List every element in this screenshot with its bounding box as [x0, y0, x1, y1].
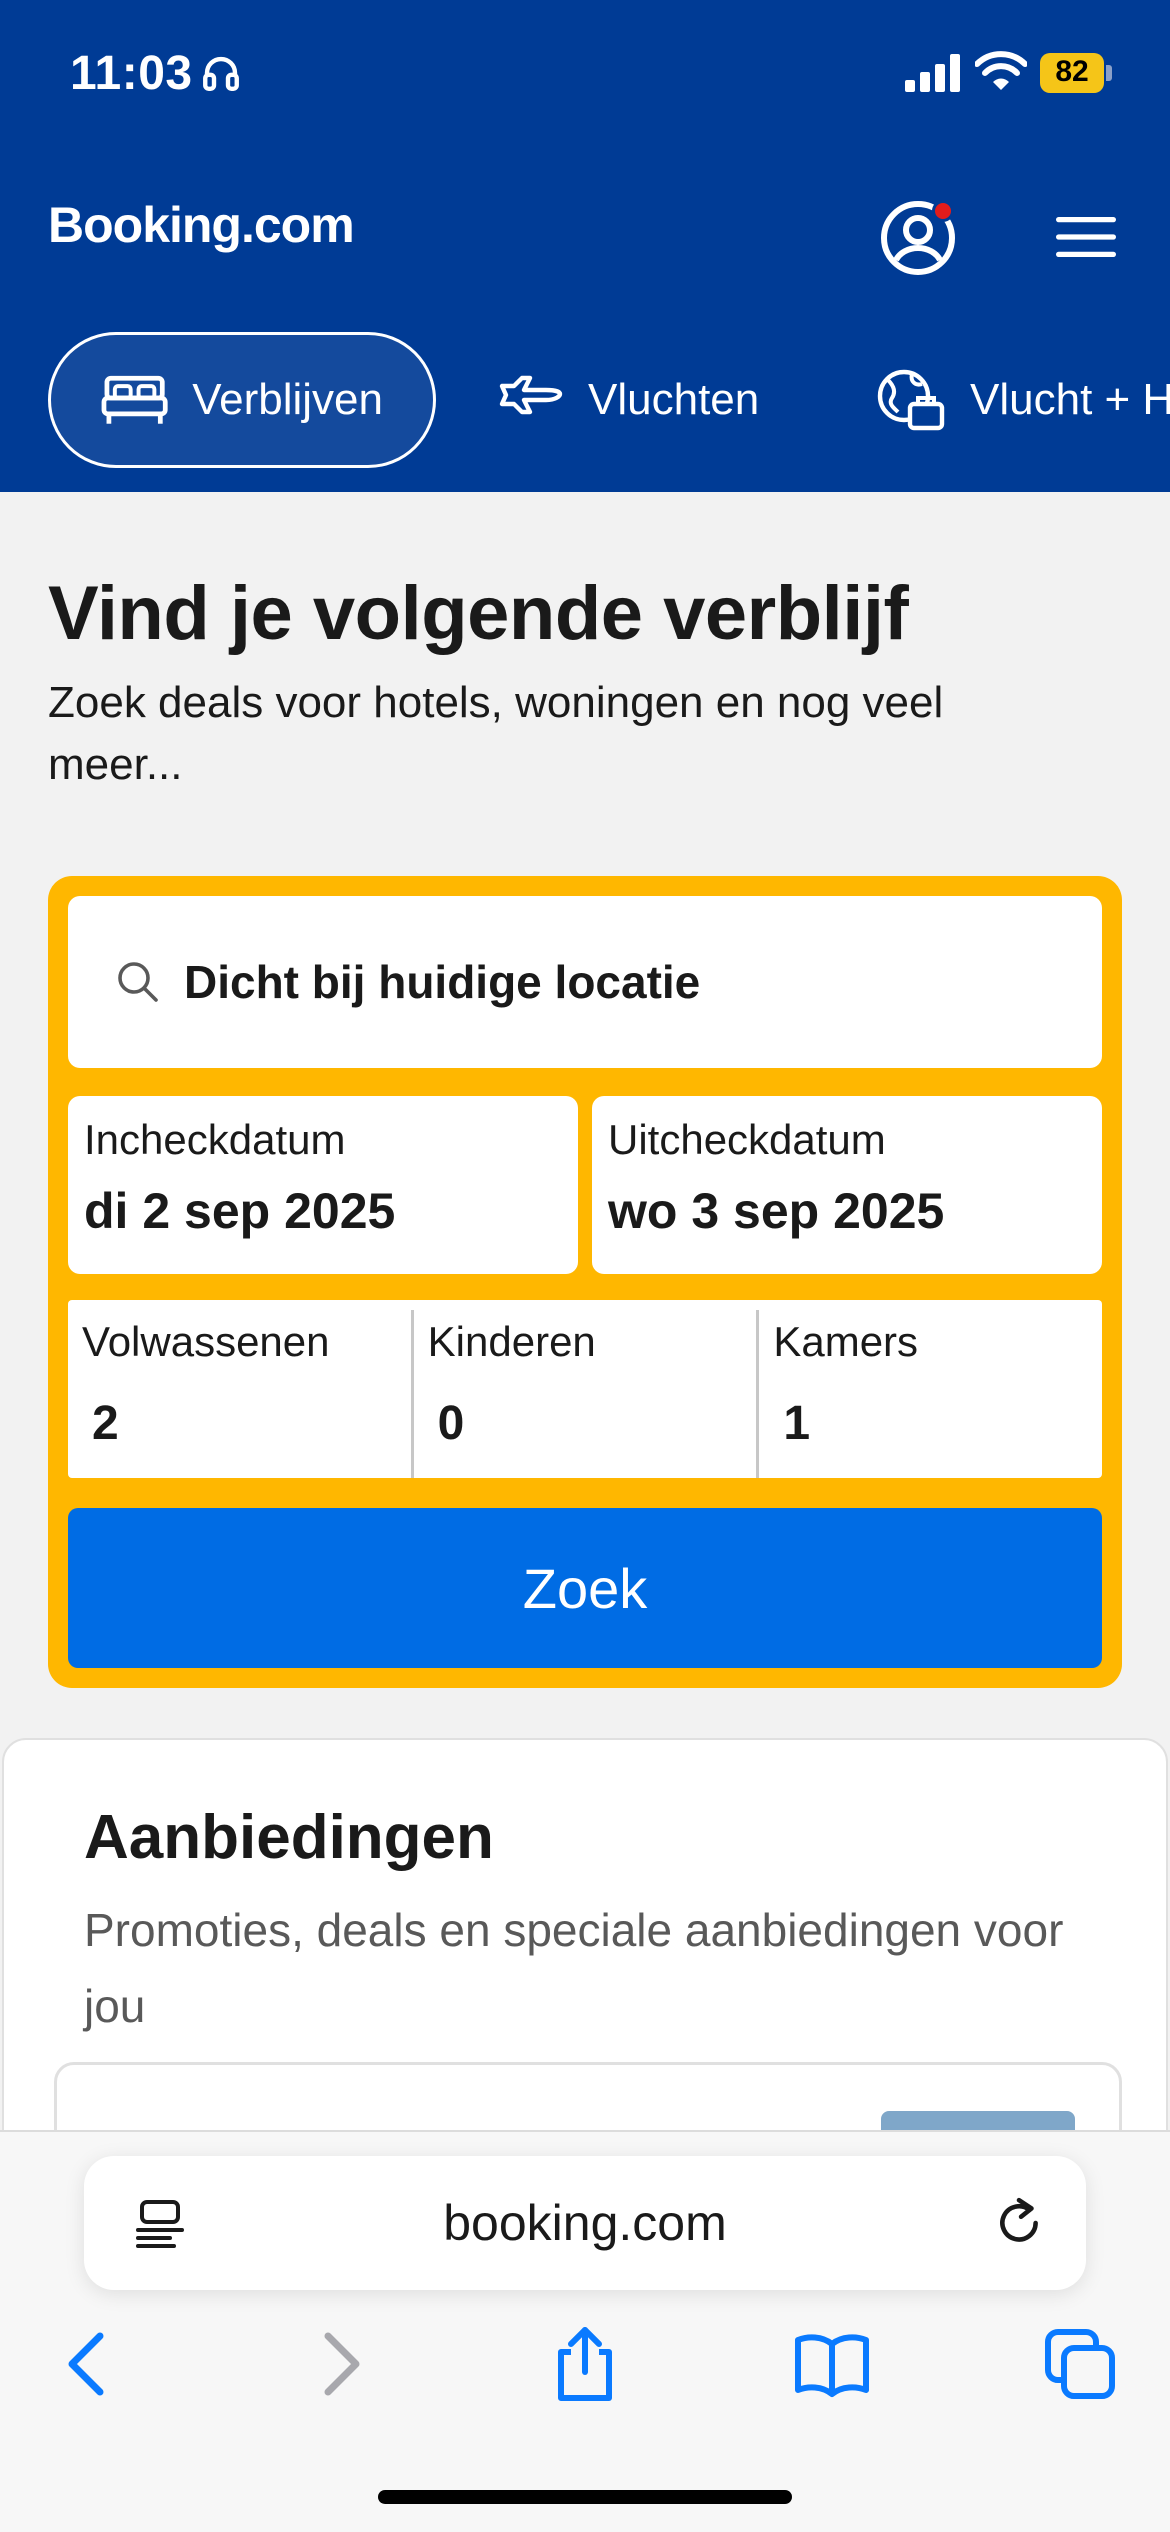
bed-icon — [101, 375, 168, 424]
occupancy-field: Volwassenen 2 Kinderen 0 Kamers 1 — [68, 1300, 1102, 1478]
cellular-signal-icon — [905, 54, 960, 92]
checkin-value: di 2 sep 2025 — [84, 1183, 396, 1239]
checkout-label: Uitcheckdatum — [608, 1116, 886, 1163]
globe-suitcase-icon — [877, 369, 945, 431]
search-icon — [118, 962, 158, 1002]
back-icon[interactable] — [48, 2324, 128, 2404]
url-text: booking.com — [443, 2195, 727, 2251]
page-menu-icon[interactable] — [134, 2198, 186, 2250]
checkout-value: wo 3 sep 2025 — [608, 1183, 945, 1239]
forward-icon[interactable] — [300, 2324, 380, 2404]
tabs-icon[interactable] — [1040, 2324, 1120, 2404]
home-indicator — [378, 2490, 792, 2504]
airplane-icon — [499, 375, 563, 415]
page-title: Vind je volgende verblijf — [48, 571, 909, 656]
tab-flight-hotel[interactable]: Vlucht + H — [876, 332, 1170, 468]
bookmarks-icon[interactable] — [792, 2324, 872, 2404]
adults-value: 2 — [92, 1397, 119, 1450]
tab-stays[interactable]: Verblijven — [48, 332, 436, 468]
tab-stays-label: Verblijven — [192, 375, 383, 424]
share-icon[interactable] — [545, 2324, 625, 2404]
page-subtitle: Zoek deals voor hotels, woningen en nog … — [48, 678, 944, 789]
product-tabs: Verblijven Vluchten Vlucht + H — [0, 332, 1170, 468]
tab-flight-hotel-label: Vlucht + H — [970, 375, 1170, 424]
status-bar: 11:03 82 — [0, 0, 1170, 150]
rooms-value: 1 — [783, 1397, 811, 1450]
rooms-field[interactable]: Kamers 1 — [756, 1310, 1102, 1478]
checkout-date-field[interactable]: Uitcheckdatum wo 3 sep 2025 — [592, 1096, 1102, 1274]
rooms-label: Kamers — [773, 1318, 919, 1365]
address-bar[interactable]: booking.com — [84, 2156, 1086, 2290]
page: 11:03 82 Booking.com Verblijven Vluchten… — [0, 0, 1170, 2532]
adults-label: Volwassenen — [82, 1318, 330, 1365]
destination-field[interactable]: Dicht bij huidige locatie — [68, 896, 1102, 1068]
battery-level: 82 — [1055, 55, 1089, 88]
notification-dot — [932, 200, 954, 222]
hamburger-menu-icon[interactable] — [1056, 214, 1116, 260]
reload-icon[interactable] — [992, 2196, 1046, 2250]
destination-value: Dicht bij huidige locatie — [184, 956, 701, 1008]
children-label: Kinderen — [427, 1318, 596, 1365]
header: 11:03 82 Booking.com Verblijven Vluchten… — [0, 0, 1170, 492]
tab-flights-label: Vluchten — [588, 375, 760, 424]
children-field[interactable]: Kinderen 0 — [410, 1310, 757, 1478]
wifi-icon — [975, 51, 1027, 90]
search-button[interactable]: Zoek — [68, 1508, 1102, 1668]
booking-logo[interactable]: Booking.com — [48, 196, 355, 254]
offers-title: Aanbiedingen — [84, 1803, 494, 1872]
status-time: 11:03 — [70, 47, 193, 100]
children-value: 0 — [437, 1397, 465, 1450]
tab-flights[interactable]: Vluchten — [498, 332, 759, 468]
search-form: Dicht bij huidige locatie Incheckdatum d… — [48, 876, 1122, 1688]
checkin-date-field[interactable]: Incheckdatum di 2 sep 2025 — [68, 1096, 578, 1274]
offers-subtitle: Promoties, deals en speciale aanbiedinge… — [84, 1904, 1064, 2032]
adults-field[interactable]: Volwassenen 2 — [68, 1300, 411, 1478]
battery-icon: 82 — [1040, 53, 1112, 93]
checkin-label: Incheckdatum — [84, 1116, 346, 1163]
browser-toolbar: booking.com — [0, 2130, 1170, 2532]
headphones-icon — [203, 56, 239, 91]
